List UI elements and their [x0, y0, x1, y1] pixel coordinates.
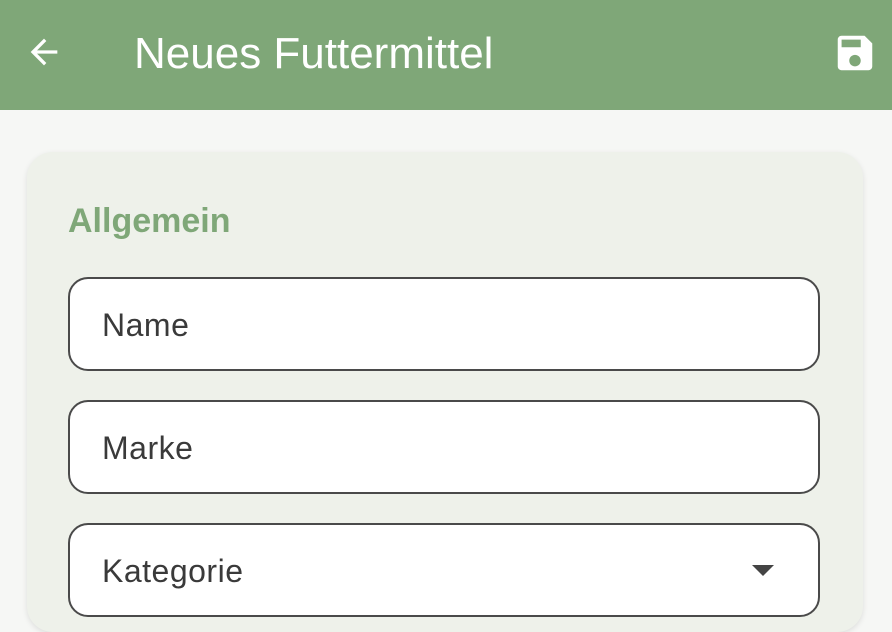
name-field-label: Name: [102, 307, 190, 343]
back-button[interactable]: [20, 30, 68, 78]
category-dropdown[interactable]: Kategorie: [68, 523, 820, 617]
general-section-card: Allgemein Name Marke Kategorie: [27, 152, 863, 632]
section-title-general: Allgemein: [68, 202, 231, 240]
arrow-back-icon: [24, 32, 64, 77]
dropdown-arrow-icon: [752, 565, 774, 576]
save-icon: [832, 30, 878, 81]
page-title: Neues Futtermittel: [134, 29, 494, 78]
name-field[interactable]: Name: [68, 277, 820, 371]
category-dropdown-label: Kategorie: [102, 553, 244, 589]
brand-field-label: Marke: [102, 430, 194, 466]
save-button[interactable]: [828, 28, 882, 82]
app-bar: Neues Futtermittel: [0, 0, 892, 110]
brand-field[interactable]: Marke: [68, 400, 820, 494]
